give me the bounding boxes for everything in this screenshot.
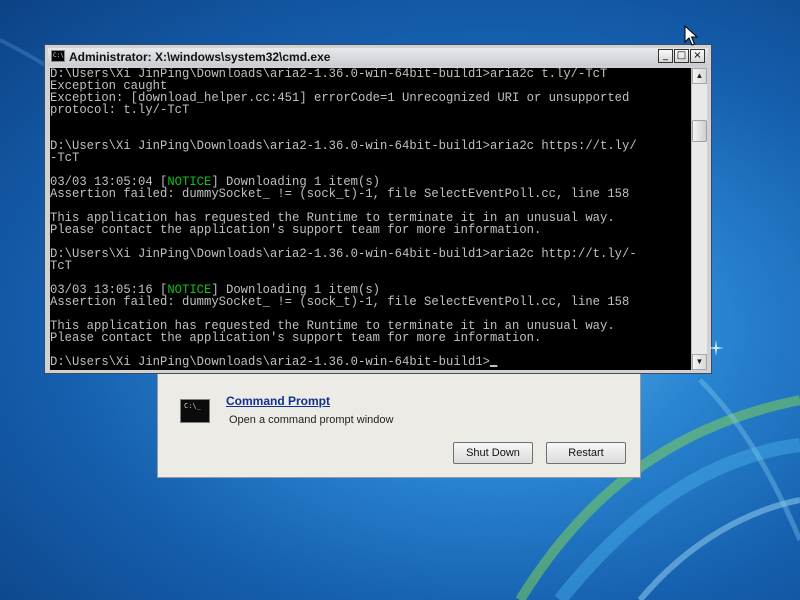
console-line: Please contact the application's support… <box>50 330 542 345</box>
window-title: Administrator: X:\windows\system32\cmd.e… <box>69 50 331 64</box>
cmd-window: C:\ Administrator: X:\windows\system32\c… <box>44 44 712 374</box>
mouse-pointer-icon <box>684 25 698 46</box>
cmd-app-icon[interactable]: C:\ <box>51 50 65 62</box>
console-line: protocol: t.ly/-TcT <box>50 102 190 117</box>
console-output[interactable]: D:\Users\Xi JinPing\Downloads\aria2-1.36… <box>50 68 691 370</box>
command-prompt-icon[interactable]: C:\_ <box>180 399 210 423</box>
scroll-up-arrow-icon[interactable]: ▲ <box>692 68 707 84</box>
close-button[interactable]: × <box>690 49 705 63</box>
console-line: -TcT <box>50 150 80 165</box>
console-line: Assertion failed: dummySocket_ != (sock_… <box>50 294 630 309</box>
console-line: D:\Users\Xi JinPing\Downloads\aria2-1.36… <box>50 355 653 368</box>
scroll-down-arrow-icon[interactable]: ▼ <box>692 354 707 370</box>
command-prompt-link[interactable]: Command Prompt <box>226 394 330 408</box>
console-line: TcT <box>50 258 73 273</box>
vertical-scrollbar[interactable]: ▲ ▼ <box>691 68 707 370</box>
console-line: D:\Users\Xi JinPing\Downloads\aria2-1.36… <box>50 246 637 261</box>
console-line: Assertion failed: dummySocket_ != (sock_… <box>50 186 630 201</box>
shut-down-button[interactable]: Shut Down <box>453 442 533 464</box>
restart-button[interactable]: Restart <box>546 442 626 464</box>
console-line: Please contact the application's support… <box>50 222 542 237</box>
scrollbar-thumb[interactable] <box>692 120 707 142</box>
minimize-button[interactable]: _ <box>658 49 673 63</box>
system-recovery-dialog: C:\_ Command Prompt Open a command promp… <box>157 362 641 478</box>
cmd-titlebar[interactable]: C:\ Administrator: X:\windows\system32\c… <box>48 48 708 66</box>
console-line: D:\Users\Xi JinPing\Downloads\aria2-1.36… <box>50 138 637 153</box>
text-cursor <box>489 365 498 367</box>
maximize-button[interactable]: □ <box>674 49 689 63</box>
sparkle-icon <box>708 340 724 356</box>
command-prompt-description: Open a command prompt window <box>229 414 394 426</box>
